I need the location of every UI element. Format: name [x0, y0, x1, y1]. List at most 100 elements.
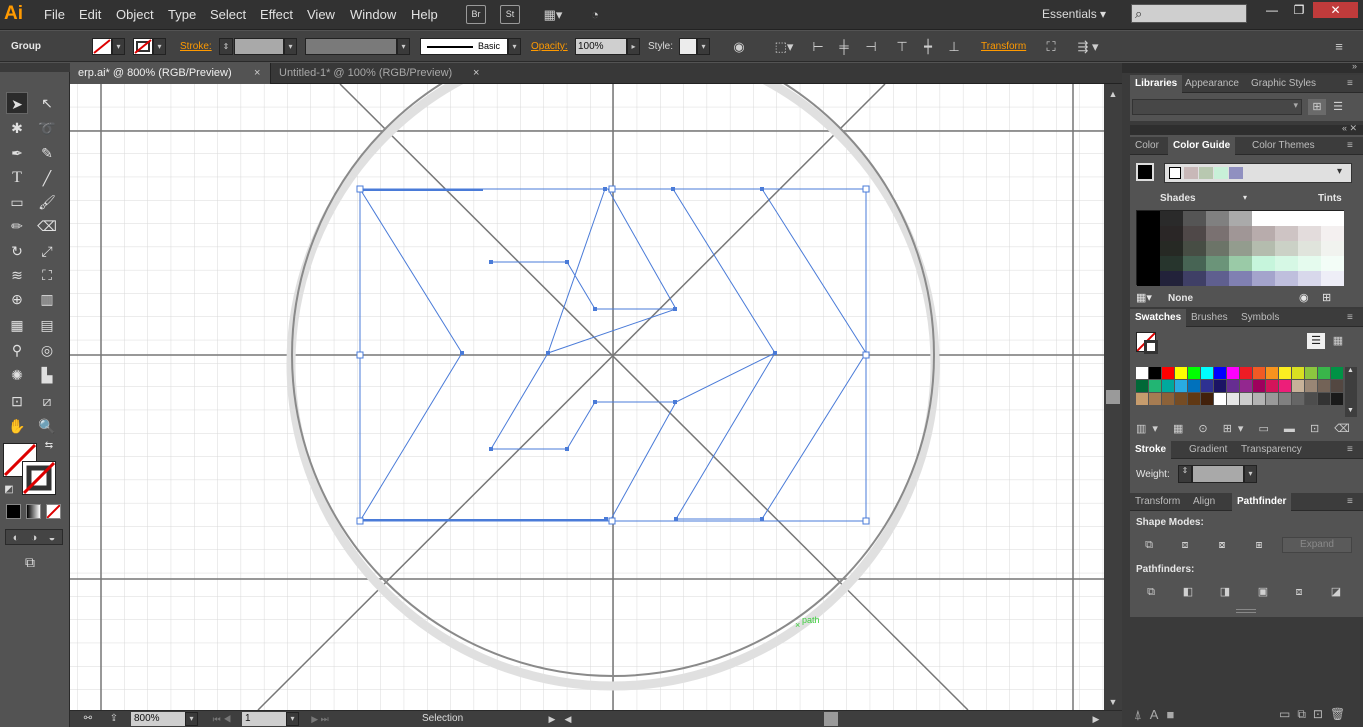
- menu-type[interactable]: Type: [168, 7, 196, 22]
- color-variation-cell[interactable]: [1275, 241, 1298, 256]
- opacity-field[interactable]: 100%: [575, 38, 627, 55]
- draw-normal-icon[interactable]: ◐: [8, 530, 24, 546]
- color-variation-cell[interactable]: [1183, 226, 1206, 241]
- scroll-left-icon[interactable]: ◀: [562, 711, 574, 727]
- style-dropdown-icon[interactable]: ▾: [697, 38, 710, 55]
- harmony-color-2[interactable]: [1184, 167, 1198, 179]
- swatch[interactable]: [1136, 367, 1148, 379]
- swatch-scroll-down-icon[interactable]: ▼: [1347, 407, 1354, 414]
- menu-help[interactable]: Help: [411, 7, 438, 22]
- vertical-scroll-thumb[interactable]: [1106, 390, 1120, 404]
- bridge-button[interactable]: Br: [466, 5, 486, 24]
- current-stroke-swatch[interactable]: [1144, 340, 1158, 354]
- color-variation-cell[interactable]: [1229, 256, 1252, 271]
- swatch[interactable]: [1149, 393, 1161, 405]
- tab-brushes[interactable]: Brushes: [1186, 309, 1233, 327]
- color-variation-cell[interactable]: [1252, 271, 1275, 286]
- list-view-icon[interactable]: ☰: [1329, 99, 1347, 115]
- menu-object[interactable]: Object: [116, 7, 154, 22]
- color-variation-cell[interactable]: [1183, 256, 1206, 271]
- color-variation-cell[interactable]: [1137, 211, 1160, 226]
- swatch[interactable]: [1136, 393, 1148, 405]
- color-variation-cell[interactable]: [1321, 211, 1344, 226]
- none-mode-icon[interactable]: [46, 504, 61, 519]
- swatch[interactable]: [1227, 367, 1239, 379]
- menu-view[interactable]: View: [307, 7, 335, 22]
- swatch[interactable]: [1305, 380, 1317, 392]
- stroke-color-box[interactable]: [22, 461, 56, 495]
- swatch[interactable]: [1292, 393, 1304, 405]
- align-bottom-icon[interactable]: ⊥: [946, 39, 962, 55]
- screen-mode-icon[interactable]: ⧉: [19, 551, 41, 573]
- harmony-color-5[interactable]: [1229, 167, 1243, 179]
- color-variation-cell[interactable]: [1321, 271, 1344, 286]
- tab-transform[interactable]: Transform: [1130, 493, 1185, 511]
- line-segment-tool-icon[interactable]: ╱: [36, 167, 58, 189]
- rotate-tool-icon[interactable]: ↻: [6, 240, 28, 262]
- column-graph-tool-icon[interactable]: ▙: [36, 364, 58, 386]
- scale-tool-icon[interactable]: ⤢: [36, 240, 58, 262]
- fill-swatch[interactable]: [92, 38, 112, 55]
- align-to-icon[interactable]: ⬚▾: [772, 39, 796, 55]
- artboard-tool-icon[interactable]: ⊡: [6, 390, 28, 412]
- library-select[interactable]: ▾: [1132, 99, 1302, 115]
- close-tab-icon[interactable]: ×: [473, 63, 479, 84]
- collapse-panel-icon[interactable]: « ✕: [1342, 123, 1357, 134]
- color-variation-cell[interactable]: [1252, 256, 1275, 271]
- swatch[interactable]: [1201, 367, 1213, 379]
- swatch-scrollbar[interactable]: ▲ ▼: [1345, 367, 1357, 417]
- variable-width-profile[interactable]: [305, 38, 397, 55]
- opacity-label[interactable]: Opacity:: [531, 41, 568, 52]
- color-variation-cell[interactable]: [1275, 256, 1298, 271]
- tab-transparency[interactable]: Transparency: [1236, 441, 1307, 459]
- save-color-group-icon[interactable]: ⊞: [1322, 291, 1331, 304]
- swatch[interactable]: [1162, 367, 1174, 379]
- artboard-canvas[interactable]: path ×: [70, 84, 1104, 710]
- outline-icon[interactable]: ⧈: [1290, 584, 1308, 600]
- swatch[interactable]: [1318, 393, 1330, 405]
- swatch[interactable]: [1162, 380, 1174, 392]
- help-search-input[interactable]: ⌕: [1131, 4, 1247, 23]
- color-variation-cell[interactable]: [1183, 211, 1206, 226]
- swatch[interactable]: [1331, 393, 1343, 405]
- panel-resize-grip[interactable]: [1236, 609, 1256, 613]
- next-last-artboard-icon[interactable]: ▶ ⏭: [304, 711, 336, 727]
- brush-dropdown-icon[interactable]: ▾: [508, 38, 521, 55]
- color-variation-cell[interactable]: [1206, 256, 1229, 271]
- free-transform-tool-icon[interactable]: ⛶: [36, 264, 58, 286]
- tab-graphic-styles[interactable]: Graphic Styles: [1246, 75, 1321, 93]
- zoom-tool-icon[interactable]: 🔍: [36, 415, 58, 437]
- artboard-dropdown-icon[interactable]: ▾: [286, 712, 299, 726]
- exclude-icon[interactable]: ⧆: [1250, 537, 1268, 553]
- swatch[interactable]: [1175, 380, 1187, 392]
- doc-tab-untitled[interactable]: Untitled-1* @ 100% (RGB/Preview) ×: [270, 63, 488, 84]
- swatch[interactable]: [1214, 367, 1226, 379]
- menu-file[interactable]: File: [44, 7, 65, 22]
- swatch[interactable]: [1214, 380, 1226, 392]
- swatch[interactable]: [1201, 393, 1213, 405]
- expand-button[interactable]: Expand: [1282, 537, 1352, 553]
- isolate-group-icon[interactable]: ⛶: [1043, 39, 1059, 55]
- panel-menu-icon[interactable]: ≡: [1342, 75, 1358, 93]
- recolor-artwork-icon[interactable]: ◉: [730, 39, 748, 55]
- tab-libraries[interactable]: Libraries: [1130, 75, 1183, 93]
- stroke-dropdown-icon[interactable]: ▾: [153, 38, 166, 55]
- align-left-icon[interactable]: ⊢: [810, 39, 826, 55]
- symbol-sprayer-tool-icon[interactable]: ✺: [6, 364, 28, 386]
- trim-icon[interactable]: ◧: [1179, 584, 1197, 600]
- selection-tool-icon[interactable]: ➤: [6, 92, 28, 114]
- cc-libraries-icon[interactable]: ⚯: [77, 711, 99, 727]
- color-group-icon[interactable]: ▦▾: [1136, 291, 1152, 304]
- intersect-icon[interactable]: ⧇: [1213, 537, 1231, 553]
- align-vertical-center-icon[interactable]: ┿: [920, 39, 936, 55]
- tab-color-themes[interactable]: Color Themes: [1247, 137, 1320, 155]
- swatch[interactable]: [1240, 393, 1252, 405]
- color-variation-cell[interactable]: [1275, 211, 1298, 226]
- panel-menu-icon[interactable]: ≡: [1342, 441, 1358, 459]
- merge-icon[interactable]: ◨: [1216, 584, 1234, 600]
- doc-tab-erp[interactable]: erp.ai* @ 800% (RGB/Preview) ×: [70, 63, 270, 84]
- weight-field[interactable]: [1192, 465, 1244, 483]
- swap-fill-stroke-icon[interactable]: ⇆: [42, 439, 56, 453]
- color-variation-cell[interactable]: [1229, 271, 1252, 286]
- align-top-icon[interactable]: ⊤: [894, 39, 910, 55]
